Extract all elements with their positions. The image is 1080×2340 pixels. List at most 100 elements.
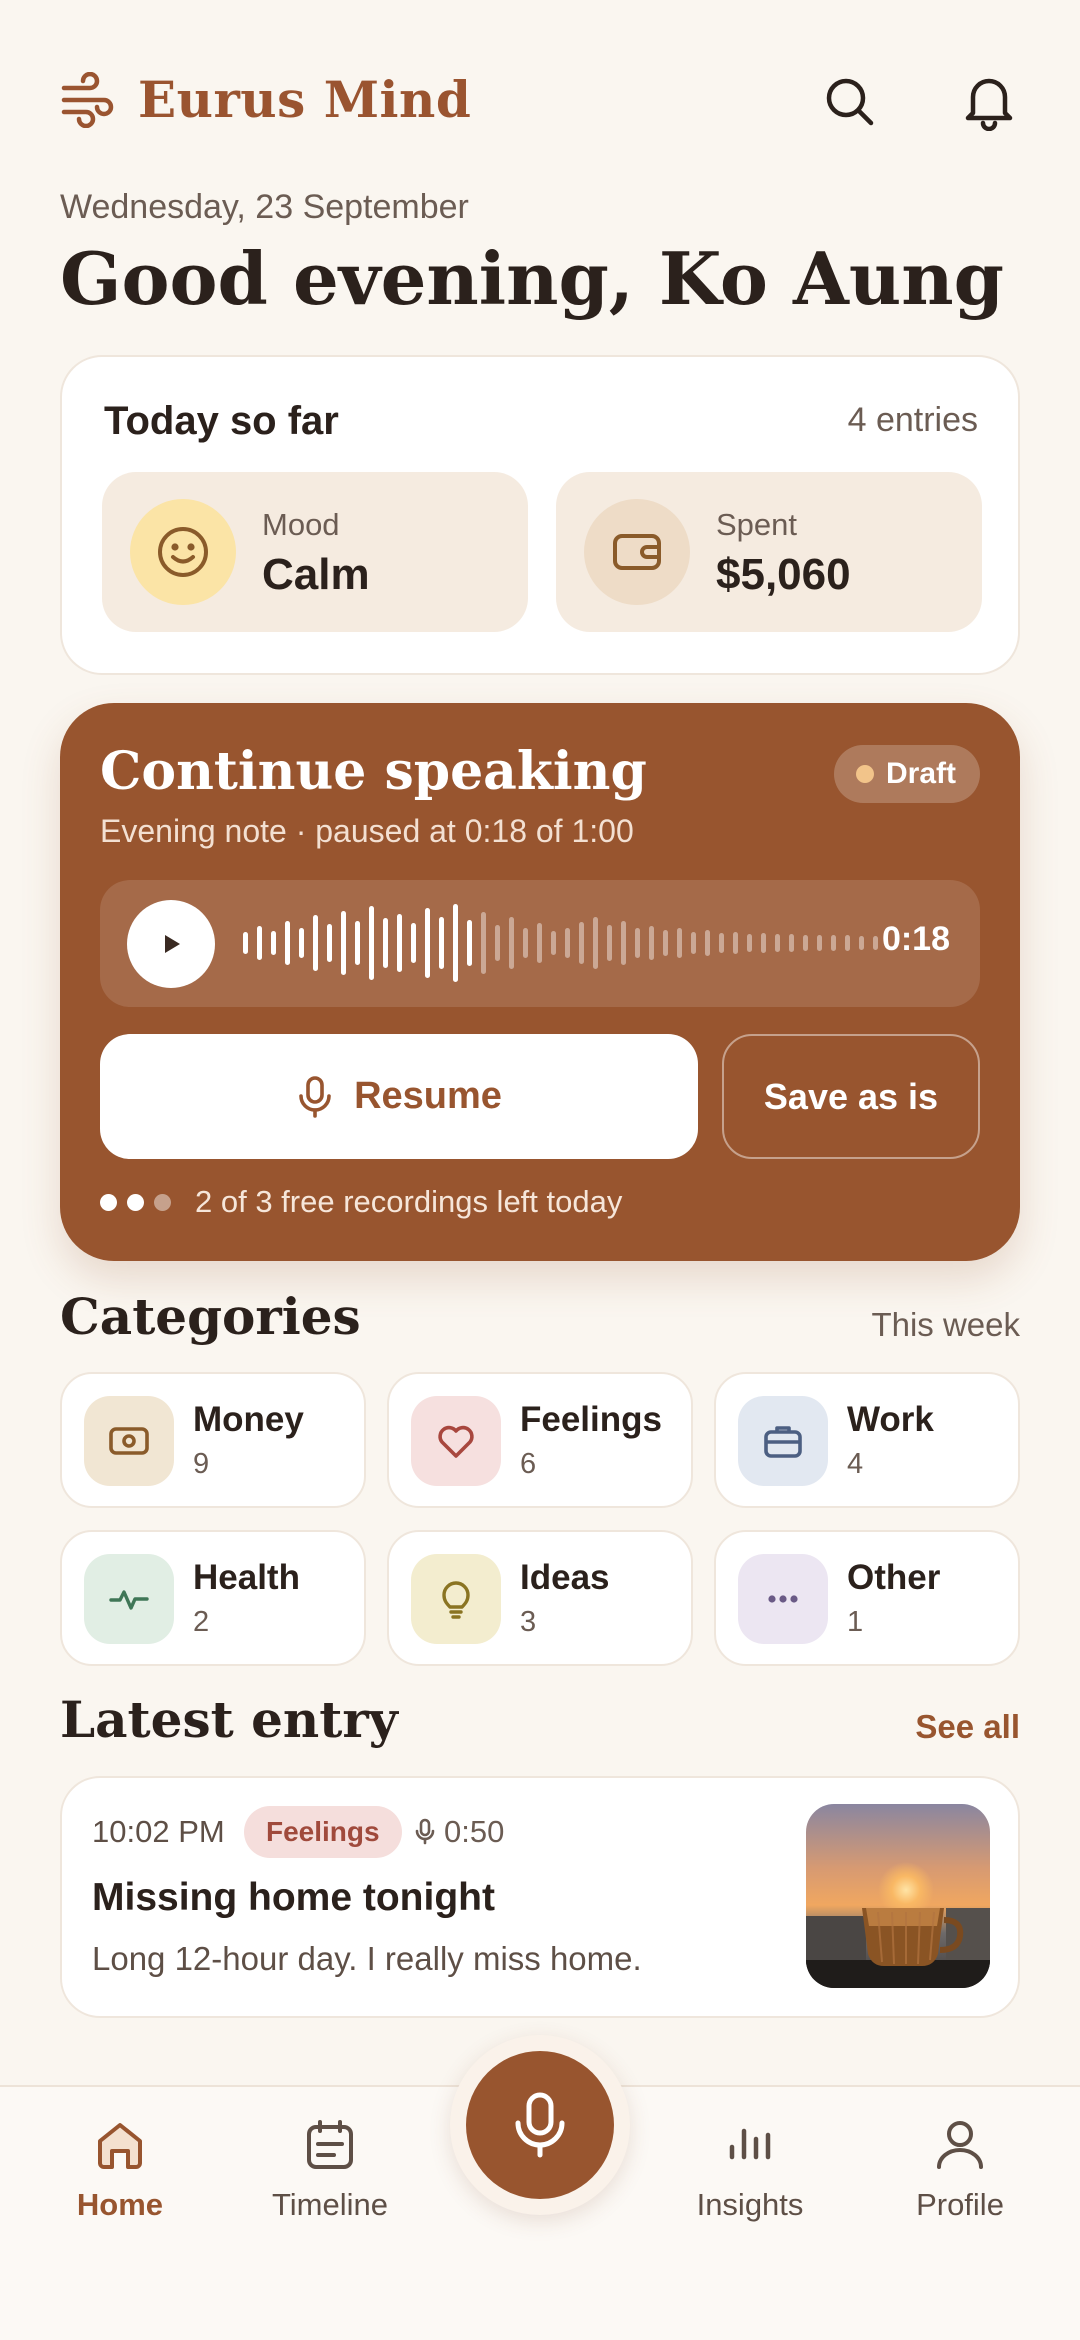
waveform-bar — [397, 914, 402, 972]
nav-timeline[interactable]: Timeline — [245, 2117, 415, 2223]
mood-label: Mood — [262, 507, 340, 542]
category-health[interactable]: Health 2 — [60, 1530, 366, 1666]
category-name: Work — [847, 1400, 934, 1439]
quota-dot — [127, 1193, 144, 1211]
category-ideas[interactable]: Ideas 3 — [387, 1530, 693, 1666]
waveform-bar — [299, 928, 304, 958]
more-icon — [738, 1554, 828, 1644]
spent-value: $5,060 — [716, 550, 851, 599]
microphone-icon — [515, 2092, 565, 2158]
category-name: Money — [193, 1400, 304, 1439]
category-count: 3 — [520, 1606, 537, 1638]
waveform-bar — [635, 928, 640, 958]
waveform-bar — [663, 930, 668, 956]
waveform-bar — [355, 921, 360, 965]
waveform-bar — [845, 935, 850, 951]
waveform-bar — [761, 933, 766, 953]
waveform-bar — [537, 923, 542, 963]
money-icon — [84, 1396, 174, 1486]
continue-recording-card: Continue speaking Evening note · paused … — [60, 703, 1020, 1261]
category-count: 6 — [520, 1448, 537, 1480]
waveform-bar — [803, 935, 808, 951]
category-count: 9 — [193, 1448, 210, 1480]
category-money[interactable]: Money 9 — [60, 1372, 366, 1508]
top-bar: Eurus Mind — [60, 62, 1020, 140]
nav-home[interactable]: Home — [35, 2117, 205, 2223]
greeting: Good evening, Ko Aung — [60, 236, 1004, 321]
waveform-bar — [369, 906, 374, 980]
category-work[interactable]: Work 4 — [714, 1372, 1020, 1508]
user-icon — [937, 2121, 983, 2169]
waveform-bar — [425, 908, 430, 978]
nav-label: Home — [76, 2187, 164, 2222]
entry-body: Long 12-hour day. I really miss home. — [92, 1940, 642, 1977]
save-as-is-button[interactable]: Save as is — [722, 1034, 980, 1159]
microphone-icon — [415, 1818, 435, 1845]
calendar-icon — [307, 2120, 353, 2169]
waveform-bar — [327, 924, 332, 962]
draft-label: Draft — [885, 757, 956, 790]
waveform-bar — [593, 917, 598, 969]
mood-stat[interactable]: Mood Calm — [102, 472, 528, 632]
quota-dot — [100, 1193, 117, 1211]
nav-label: Profile — [916, 2187, 1004, 2222]
bell-icon[interactable] — [958, 62, 1020, 140]
recording-title: Continue speaking — [100, 741, 647, 802]
entry-thumbnail — [806, 1804, 990, 1988]
briefcase-icon — [738, 1396, 828, 1486]
home-icon — [98, 2123, 142, 2169]
waveform-bar — [607, 925, 612, 961]
playback-time: 0:18 — [881, 920, 950, 958]
latest-entry-title: Latest entry — [60, 1690, 398, 1749]
waveform-bar — [243, 932, 248, 954]
nav-insights[interactable]: Insights — [665, 2117, 835, 2223]
waveform-bar — [257, 926, 262, 960]
waveform-bar — [649, 926, 654, 960]
waveform-bar — [789, 934, 794, 952]
category-name: Other — [847, 1558, 941, 1597]
microphone-icon — [299, 1075, 331, 1118]
entry-duration-value: 0:50 — [444, 1814, 505, 1849]
waveform-bar — [677, 928, 682, 958]
recording-quota: 2 of 3 free recordings left today — [100, 1184, 622, 1220]
waveform-bar — [817, 935, 822, 951]
category-feelings[interactable]: Feelings 6 — [387, 1372, 693, 1508]
nav-label: Insights — [696, 2187, 804, 2222]
waveform-bar — [691, 932, 696, 954]
heart-icon — [411, 1396, 501, 1486]
nav-profile[interactable]: Profile — [875, 2117, 1045, 2223]
today-title: Today so far — [104, 399, 339, 443]
waveform-bar — [383, 918, 388, 968]
category-other[interactable]: Other 1 — [714, 1530, 1020, 1666]
waveform-bar — [579, 922, 584, 964]
waveform-bar — [453, 904, 458, 982]
play-button[interactable] — [127, 900, 215, 988]
waveform[interactable] — [243, 903, 878, 983]
waveform-bar — [719, 933, 724, 953]
quota-dot — [154, 1193, 171, 1211]
pulse-icon — [84, 1554, 174, 1644]
category-name: Health — [193, 1558, 300, 1597]
search-icon[interactable] — [818, 62, 880, 140]
entry-duration: 0:50 — [414, 1814, 504, 1850]
categories-period[interactable]: This week — [871, 1306, 1020, 1344]
nav-label: Timeline — [272, 2187, 388, 2222]
latest-entry-card[interactable]: 10:02 PM Feelings 0:50 Missing home toni… — [60, 1776, 1020, 2018]
record-button[interactable] — [466, 2051, 614, 2199]
wallet-icon — [584, 499, 690, 605]
see-all-link[interactable]: See all — [915, 1708, 1020, 1746]
draft-badge: Draft — [833, 745, 980, 803]
waveform-bar — [621, 921, 626, 965]
spent-label: Spent — [716, 507, 798, 542]
entry-time: 10:02 PM — [92, 1814, 225, 1849]
brand: Eurus Mind — [60, 70, 471, 129]
waveform-bar — [481, 912, 486, 974]
waveform-bar — [341, 911, 346, 975]
resume-button[interactable]: Resume — [100, 1034, 698, 1159]
waveform-bar — [439, 917, 444, 969]
spent-stat[interactable]: Spent $5,060 — [556, 472, 982, 632]
waveform-bar — [705, 930, 710, 956]
waveform-bar — [747, 934, 752, 952]
entries-count: 4 entries — [847, 401, 978, 439]
app-name: Eurus Mind — [138, 70, 472, 129]
